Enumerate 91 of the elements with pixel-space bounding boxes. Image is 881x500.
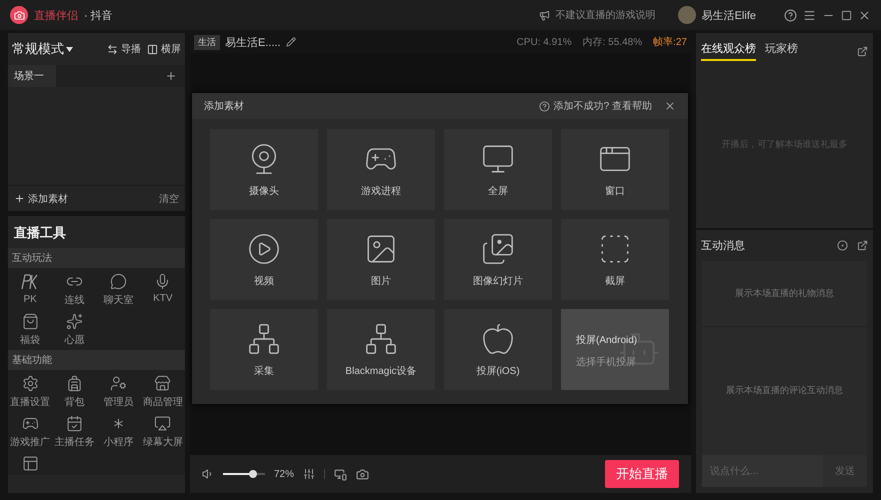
speaker-icon[interactable] (202, 468, 214, 480)
close-icon[interactable] (858, 8, 871, 22)
tool-item[interactable]: PK (8, 273, 52, 307)
messages-title: 互动消息 (701, 239, 745, 253)
tool-item[interactable]: 心愿 (52, 313, 96, 347)
tool-item[interactable]: 直播设置 (8, 375, 52, 409)
pk-icon (20, 273, 40, 291)
platform-name: · 抖音 (84, 8, 113, 22)
source-tile[interactable]: 摄像头 (210, 129, 318, 210)
target-icon[interactable] (837, 240, 848, 251)
apple-icon (481, 322, 515, 356)
tool-item[interactable]: 管理员 (96, 375, 141, 409)
popout-icon[interactable] (857, 240, 868, 251)
mode-dropdown[interactable]: 常规模式 (12, 40, 73, 58)
help-icon[interactable] (784, 8, 797, 22)
user-avatar[interactable] (678, 6, 696, 24)
sparkle-icon (66, 313, 83, 330)
source-tile[interactable]: Blackmagic设备 (327, 309, 435, 390)
cast-icon (154, 415, 172, 432)
tool-item[interactable]: 连线 (52, 273, 96, 307)
user-gear-icon (110, 375, 128, 392)
source-tile[interactable]: 投屏(iOS) (444, 309, 552, 390)
landscape-button[interactable]: 横屏 (147, 42, 181, 56)
tool-item[interactable]: KTV (140, 273, 185, 307)
mixer-icon[interactable] (303, 468, 316, 480)
gear-icon (22, 375, 39, 392)
source-tile[interactable]: 图像幻灯片 (444, 219, 552, 300)
add-source-button[interactable]: 添加素材 (14, 192, 68, 206)
tool-item[interactable]: 背包 (52, 375, 96, 409)
dialog-title: 添加素材 (204, 100, 244, 113)
director-button[interactable]: 导播 (107, 42, 141, 56)
source-tile[interactable]: 全屏 (444, 129, 552, 210)
source-tile[interactable]: 视频 (210, 219, 318, 300)
user-name: 易生活Elife (702, 8, 756, 22)
maximize-icon[interactable] (841, 10, 852, 20)
backpack-icon (66, 375, 83, 392)
comment-message-hint: 展示本场直播的评论互动消息 (726, 384, 843, 396)
calendar-check-icon (66, 415, 83, 432)
tool-item[interactable]: 小程序 (96, 415, 141, 449)
frame-rate: 帧率:27 (653, 36, 687, 49)
swap-arrows-icon (107, 44, 118, 54)
clear-button[interactable]: 清空 (159, 192, 179, 206)
source-tile[interactable]: 截屏 (561, 219, 669, 300)
start-live-button[interactable]: 开始直播 (605, 460, 679, 488)
chat-bubble-icon (110, 273, 128, 290)
help-link[interactable]: 添加不成功? 查看帮助 (554, 99, 652, 113)
popout-icon[interactable] (857, 46, 868, 56)
tools-title: 直播工具 (13, 224, 67, 242)
screen-cast-icon[interactable] (334, 468, 348, 480)
megaphone-icon[interactable] (538, 10, 550, 20)
app-name: 直播伴侣 (34, 8, 78, 22)
cpu-usage: CPU: 4.91% (516, 36, 572, 48)
stream-title: 易生活E..... (225, 36, 281, 50)
help-icon[interactable] (538, 100, 550, 112)
source-tile[interactable]: 投屏(Android) 选择手机投屏 (561, 309, 669, 390)
tool-item[interactable]: 主播任务 (52, 415, 96, 449)
camera-icon[interactable] (356, 468, 370, 480)
gamepad-icon (22, 415, 39, 432)
store-icon (154, 375, 172, 392)
ranking-tab[interactable]: 在线观众榜 (701, 41, 756, 61)
add-scene-icon[interactable] (165, 70, 177, 82)
bag-icon (22, 313, 39, 330)
source-tile[interactable]: 游戏进程 (327, 129, 435, 210)
section-header: 基础功能 (8, 350, 185, 370)
ranking-tab[interactable]: 玩家榜 (765, 41, 798, 61)
landscape-icon (147, 44, 158, 54)
volume-reading: 72% (274, 468, 294, 480)
gift-message-hint: 展示本场直播的礼物消息 (735, 287, 834, 300)
source-tile[interactable]: 采集 (210, 309, 318, 390)
tool-item[interactable]: 游戏推广 (8, 415, 52, 449)
network-icon (247, 322, 281, 356)
category-tag: 生活 (194, 34, 220, 50)
source-tile[interactable]: 窗口 (561, 129, 669, 210)
plus-icon (14, 193, 25, 204)
close-icon[interactable] (664, 100, 676, 112)
scene-tab[interactable]: 场景一 (8, 65, 56, 87)
memory-usage: 内存: 55.48% (582, 36, 642, 49)
caret-icon (66, 46, 73, 52)
tool-item[interactable]: 聊天室 (96, 273, 141, 307)
tool-item[interactable]: 绿幕大屏 (140, 415, 185, 449)
section-header: 互动玩法 (8, 248, 185, 268)
tool-item[interactable]: 福袋 (8, 313, 52, 347)
notice-link[interactable]: 不建议直播的游戏说明 (556, 8, 656, 22)
images-icon (481, 232, 515, 266)
play-icon (247, 232, 281, 266)
network-icon (364, 322, 398, 356)
menu-icon[interactable] (803, 8, 816, 22)
tool-item[interactable]: 商品管理 (140, 375, 185, 409)
app-logo (10, 6, 28, 24)
source-tile[interactable]: 图片 (327, 219, 435, 300)
pencil-icon[interactable] (286, 37, 296, 47)
